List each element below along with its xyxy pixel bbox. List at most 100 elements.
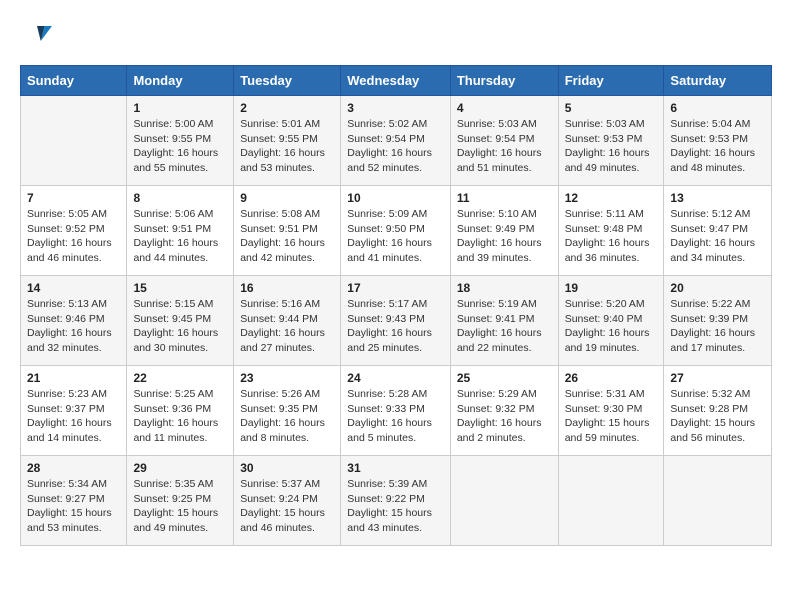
- calendar-cell: 31 Sunrise: 5:39 AM Sunset: 9:22 PM Dayli…: [341, 456, 451, 546]
- calendar-cell: 3 Sunrise: 5:02 AM Sunset: 9:54 PM Daylig…: [341, 96, 451, 186]
- day-info: Sunrise: 5:39 AM Sunset: 9:22 PM Dayligh…: [347, 477, 444, 536]
- day-info: Sunrise: 5:05 AM Sunset: 9:52 PM Dayligh…: [27, 207, 120, 266]
- column-header-friday: Friday: [558, 66, 664, 96]
- column-header-sunday: Sunday: [21, 66, 127, 96]
- day-info: Sunrise: 5:03 AM Sunset: 9:54 PM Dayligh…: [457, 117, 552, 176]
- day-info: Sunrise: 5:25 AM Sunset: 9:36 PM Dayligh…: [133, 387, 227, 446]
- calendar-cell: 29 Sunrise: 5:35 AM Sunset: 9:25 PM Dayli…: [127, 456, 234, 546]
- day-number: 12: [565, 191, 658, 205]
- calendar-cell: 7 Sunrise: 5:05 AM Sunset: 9:52 PM Daylig…: [21, 186, 127, 276]
- day-info: Sunrise: 5:29 AM Sunset: 9:32 PM Dayligh…: [457, 387, 552, 446]
- day-number: 18: [457, 281, 552, 295]
- day-info: Sunrise: 5:31 AM Sunset: 9:30 PM Dayligh…: [565, 387, 658, 446]
- day-info: Sunrise: 5:28 AM Sunset: 9:33 PM Dayligh…: [347, 387, 444, 446]
- day-info: Sunrise: 5:06 AM Sunset: 9:51 PM Dayligh…: [133, 207, 227, 266]
- column-header-saturday: Saturday: [664, 66, 772, 96]
- calendar-cell: [664, 456, 772, 546]
- day-number: 13: [670, 191, 765, 205]
- day-info: Sunrise: 5:10 AM Sunset: 9:49 PM Dayligh…: [457, 207, 552, 266]
- day-number: 22: [133, 371, 227, 385]
- day-info: Sunrise: 5:19 AM Sunset: 9:41 PM Dayligh…: [457, 297, 552, 356]
- calendar-cell: 15 Sunrise: 5:15 AM Sunset: 9:45 PM Dayli…: [127, 276, 234, 366]
- day-number: 10: [347, 191, 444, 205]
- day-number: 31: [347, 461, 444, 475]
- calendar-cell: 5 Sunrise: 5:03 AM Sunset: 9:53 PM Daylig…: [558, 96, 664, 186]
- calendar-cell: 18 Sunrise: 5:19 AM Sunset: 9:41 PM Dayli…: [450, 276, 558, 366]
- calendar-cell: 25 Sunrise: 5:29 AM Sunset: 9:32 PM Dayli…: [450, 366, 558, 456]
- day-number: 11: [457, 191, 552, 205]
- day-info: Sunrise: 5:11 AM Sunset: 9:48 PM Dayligh…: [565, 207, 658, 266]
- day-number: 27: [670, 371, 765, 385]
- calendar-cell: 10Sunrise: 5:09 AM Sunset: 9:50 PM Dayli…: [341, 186, 451, 276]
- day-number: 21: [27, 371, 120, 385]
- calendar-cell: 30Sunrise: 5:37 AM Sunset: 9:24 PM Dayli…: [234, 456, 341, 546]
- calendar-cell: 28 Sunrise: 5:34 AM Sunset: 9:27 PM Dayli…: [21, 456, 127, 546]
- calendar-cell: 12 Sunrise: 5:11 AM Sunset: 9:48 PM Dayli…: [558, 186, 664, 276]
- column-header-thursday: Thursday: [450, 66, 558, 96]
- day-number: 4: [457, 101, 552, 115]
- logo: [20, 20, 52, 55]
- day-number: 14: [27, 281, 120, 295]
- calendar-cell: 6 Sunrise: 5:04 AM Sunset: 9:53 PM Daylig…: [664, 96, 772, 186]
- calendar-header-row: SundayMondayTuesdayWednesdayThursdayFrid…: [21, 66, 772, 96]
- day-info: Sunrise: 5:20 AM Sunset: 9:40 PM Dayligh…: [565, 297, 658, 356]
- day-info: Sunrise: 5:12 AM Sunset: 9:47 PM Dayligh…: [670, 207, 765, 266]
- calendar-cell: [558, 456, 664, 546]
- day-number: 24: [347, 371, 444, 385]
- calendar-cell: [450, 456, 558, 546]
- day-info: Sunrise: 5:26 AM Sunset: 9:35 PM Dayligh…: [240, 387, 334, 446]
- column-header-wednesday: Wednesday: [341, 66, 451, 96]
- day-info: Sunrise: 5:23 AM Sunset: 9:37 PM Dayligh…: [27, 387, 120, 446]
- day-number: 8: [133, 191, 227, 205]
- day-info: Sunrise: 5:34 AM Sunset: 9:27 PM Dayligh…: [27, 477, 120, 536]
- calendar-cell: 8 Sunrise: 5:06 AM Sunset: 9:51 PM Daylig…: [127, 186, 234, 276]
- day-info: Sunrise: 5:35 AM Sunset: 9:25 PM Dayligh…: [133, 477, 227, 536]
- day-number: 25: [457, 371, 552, 385]
- calendar-cell: 13 Sunrise: 5:12 AM Sunset: 9:47 PM Dayli…: [664, 186, 772, 276]
- calendar-cell: 4 Sunrise: 5:03 AM Sunset: 9:54 PM Daylig…: [450, 96, 558, 186]
- calendar-week-row: 28 Sunrise: 5:34 AM Sunset: 9:27 PM Dayli…: [21, 456, 772, 546]
- page-header: [20, 20, 772, 55]
- calendar-week-row: 7 Sunrise: 5:05 AM Sunset: 9:52 PM Daylig…: [21, 186, 772, 276]
- calendar-cell: 20Sunrise: 5:22 AM Sunset: 9:39 PM Dayli…: [664, 276, 772, 366]
- day-number: 29: [133, 461, 227, 475]
- calendar-cell: 23 Sunrise: 5:26 AM Sunset: 9:35 PM Dayli…: [234, 366, 341, 456]
- day-number: 6: [670, 101, 765, 115]
- calendar-week-row: 21 Sunrise: 5:23 AM Sunset: 9:37 PM Dayli…: [21, 366, 772, 456]
- calendar-cell: 14Sunrise: 5:13 AM Sunset: 9:46 PM Dayli…: [21, 276, 127, 366]
- day-info: Sunrise: 5:32 AM Sunset: 9:28 PM Dayligh…: [670, 387, 765, 446]
- calendar-cell: 26 Sunrise: 5:31 AM Sunset: 9:30 PM Dayli…: [558, 366, 664, 456]
- calendar-cell: 21 Sunrise: 5:23 AM Sunset: 9:37 PM Dayli…: [21, 366, 127, 456]
- column-header-monday: Monday: [127, 66, 234, 96]
- calendar-cell: 1Sunrise: 5:00 AM Sunset: 9:55 PM Daylig…: [127, 96, 234, 186]
- day-number: 7: [27, 191, 120, 205]
- day-info: Sunrise: 5:17 AM Sunset: 9:43 PM Dayligh…: [347, 297, 444, 356]
- calendar-cell: 9 Sunrise: 5:08 AM Sunset: 9:51 PM Daylig…: [234, 186, 341, 276]
- day-info: Sunrise: 5:04 AM Sunset: 9:53 PM Dayligh…: [670, 117, 765, 176]
- calendar-cell: 19Sunrise: 5:20 AM Sunset: 9:40 PM Dayli…: [558, 276, 664, 366]
- day-number: 9: [240, 191, 334, 205]
- day-number: 15: [133, 281, 227, 295]
- day-number: 26: [565, 371, 658, 385]
- day-number: 23: [240, 371, 334, 385]
- day-info: Sunrise: 5:15 AM Sunset: 9:45 PM Dayligh…: [133, 297, 227, 356]
- calendar-table: SundayMondayTuesdayWednesdayThursdayFrid…: [20, 65, 772, 546]
- logo-icon: [22, 20, 52, 50]
- calendar-week-row: 1Sunrise: 5:00 AM Sunset: 9:55 PM Daylig…: [21, 96, 772, 186]
- day-info: Sunrise: 5:08 AM Sunset: 9:51 PM Dayligh…: [240, 207, 334, 266]
- calendar-cell: 16Sunrise: 5:16 AM Sunset: 9:44 PM Dayli…: [234, 276, 341, 366]
- day-info: Sunrise: 5:16 AM Sunset: 9:44 PM Dayligh…: [240, 297, 334, 356]
- day-info: Sunrise: 5:02 AM Sunset: 9:54 PM Dayligh…: [347, 117, 444, 176]
- day-info: Sunrise: 5:03 AM Sunset: 9:53 PM Dayligh…: [565, 117, 658, 176]
- day-number: 30: [240, 461, 334, 475]
- calendar-cell: 2Sunrise: 5:01 AM Sunset: 9:55 PM Daylig…: [234, 96, 341, 186]
- day-number: 28: [27, 461, 120, 475]
- calendar-cell: 17Sunrise: 5:17 AM Sunset: 9:43 PM Dayli…: [341, 276, 451, 366]
- day-number: 3: [347, 101, 444, 115]
- calendar-cell: 24 Sunrise: 5:28 AM Sunset: 9:33 PM Dayli…: [341, 366, 451, 456]
- day-number: 5: [565, 101, 658, 115]
- day-number: 1: [133, 101, 227, 115]
- calendar-cell: 22 Sunrise: 5:25 AM Sunset: 9:36 PM Dayli…: [127, 366, 234, 456]
- calendar-week-row: 14Sunrise: 5:13 AM Sunset: 9:46 PM Dayli…: [21, 276, 772, 366]
- column-header-tuesday: Tuesday: [234, 66, 341, 96]
